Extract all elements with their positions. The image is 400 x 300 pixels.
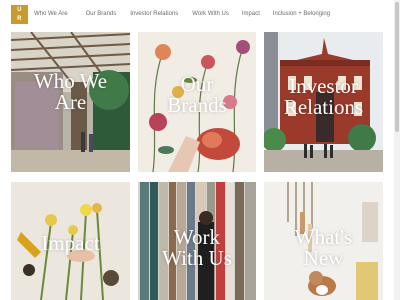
logo-letter: R: [17, 15, 22, 22]
nav-link-impact[interactable]: Impact: [242, 11, 260, 17]
tile-our-brands[interactable]: Our Brands: [138, 32, 256, 172]
tile-investor-relations[interactable]: Investor Relations: [264, 32, 383, 172]
tile-label-who-we-are: Who We Are: [33, 69, 108, 114]
logo-letter: U: [17, 6, 22, 13]
tile-label-investor-relations: Investor Relations: [283, 74, 364, 119]
tile-who-we-are[interactable]: Who We Are: [11, 32, 130, 172]
urbn-logo[interactable]: U R B N: [11, 5, 28, 40]
page-scrollbar[interactable]: [394, 0, 400, 300]
tile-work-with-us[interactable]: Work With Us: [138, 182, 256, 300]
tile-label-impact: Impact: [41, 231, 100, 255]
nav-link-investor-relations[interactable]: Investor Relations: [130, 11, 178, 17]
top-navigation-bar: U R B N Who We Are Our Brands Investor R…: [0, 0, 400, 40]
tile-impact[interactable]: Impact: [11, 182, 130, 300]
nav-link-who-we-are[interactable]: Who We Are: [34, 11, 68, 17]
tile-label-whats-new: What's New: [294, 225, 353, 270]
nav-link-our-brands[interactable]: Our Brands: [86, 11, 117, 17]
tile-label-our-brands: Our Brands: [167, 72, 227, 117]
tile-whats-new[interactable]: What's New: [264, 182, 383, 300]
nav-link-work-with-us[interactable]: Work With Us: [192, 11, 229, 17]
main-nav: Who We Are Our Brands Investor Relations…: [34, 11, 330, 17]
tile-label-work-with-us: Work With Us: [162, 225, 232, 270]
scrollbar-thumb[interactable]: [395, 2, 399, 132]
nav-link-inclusion-belonging[interactable]: Inclusion + Belonging: [273, 11, 330, 17]
